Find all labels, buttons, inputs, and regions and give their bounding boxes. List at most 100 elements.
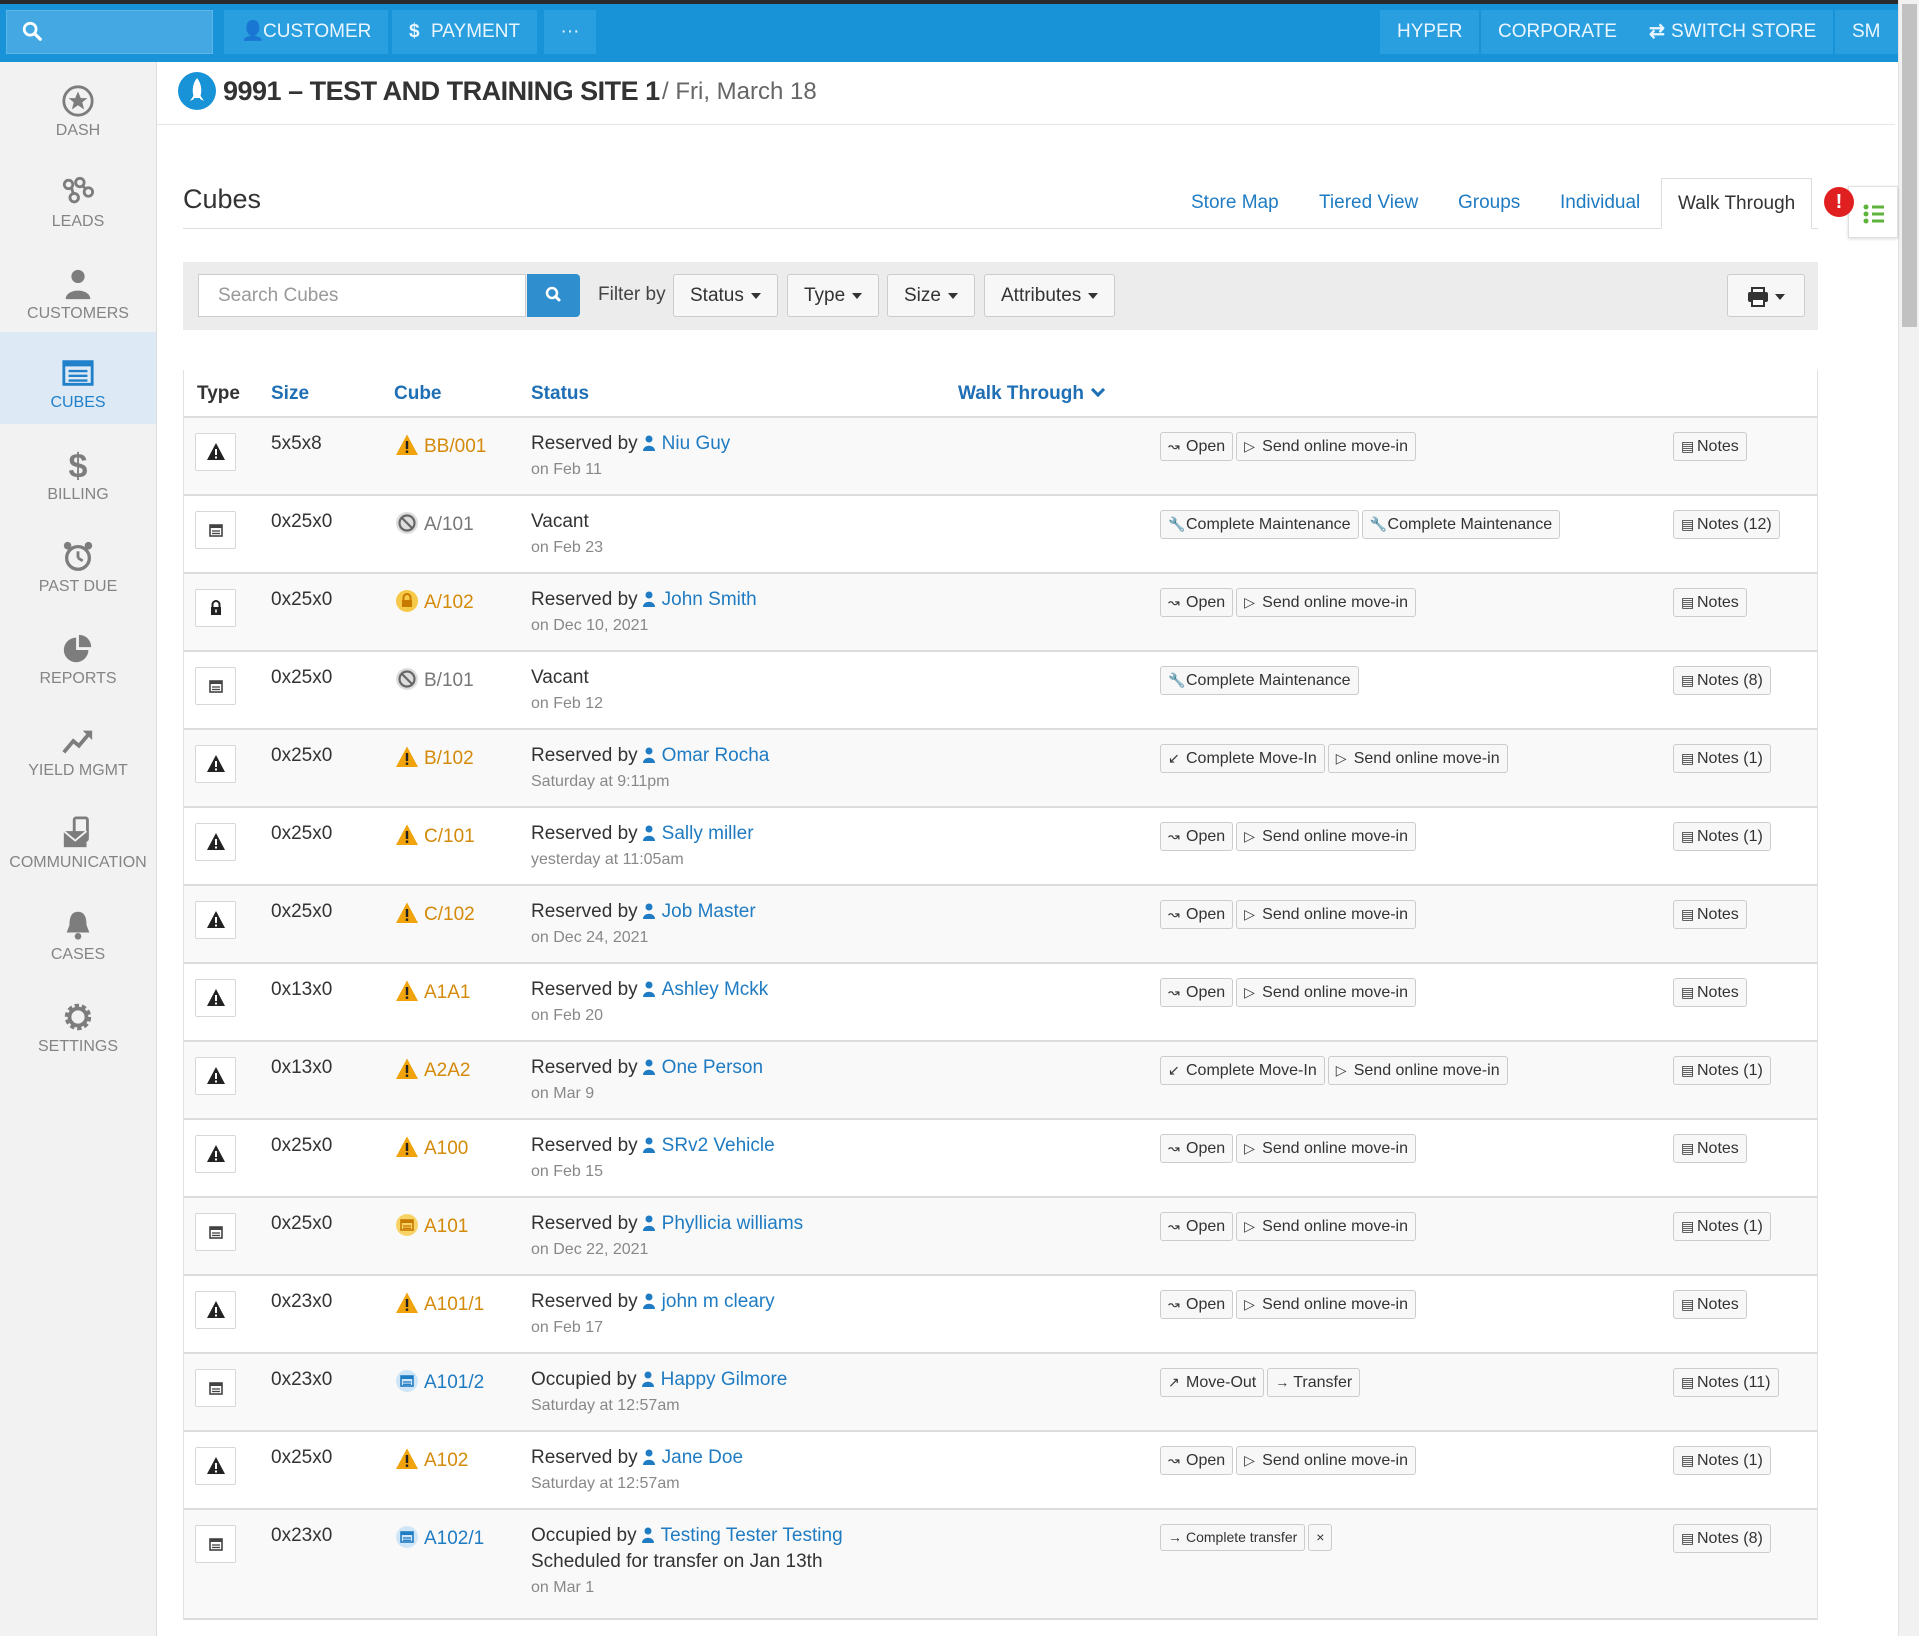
open-button[interactable]: ↝ Open xyxy=(1160,432,1234,461)
cube-link[interactable]: A101 xyxy=(395,1213,468,1238)
notes-button[interactable]: ▤ Notes (11) xyxy=(1673,1368,1779,1397)
table-row[interactable]: 0x23x0 A101/2 Occupied by Happy Gilmore Satu… xyxy=(184,1354,1817,1432)
search-button[interactable] xyxy=(527,274,580,317)
cube-link[interactable]: A/102 xyxy=(395,589,474,614)
table-row[interactable]: 0x25x0 A/102 Reserved by John Smith on Dec 1… xyxy=(184,574,1817,652)
table-row[interactable]: 0x13x0 A1A1 Reserved by Ashley Mckk on Feb 2… xyxy=(184,964,1817,1042)
tab-store-map[interactable]: Store Map xyxy=(1175,178,1295,228)
notes-button[interactable]: ▤ Notes (8) xyxy=(1673,1524,1771,1553)
notes-button[interactable]: ▤ Notes (1) xyxy=(1673,1212,1771,1241)
complete-move-in-button[interactable]: ↙ Complete Move-In xyxy=(1160,1056,1325,1085)
sidebar-item-settings[interactable]: SETTINGS xyxy=(0,986,156,1078)
customer-link[interactable]: Testing Tester Testing xyxy=(661,1525,843,1546)
cube-link[interactable]: B/102 xyxy=(395,745,474,770)
status-filter-dropdown[interactable]: Status xyxy=(673,274,778,317)
sidebar-item-billing[interactable]: $ BILLING xyxy=(0,434,156,526)
column-header-status[interactable]: Status xyxy=(531,383,589,405)
scrollbar-thumb[interactable] xyxy=(1902,4,1917,327)
column-header-walk-through[interactable]: Walk Through xyxy=(958,382,1106,405)
cancel-transfer-button[interactable]: × xyxy=(1308,1524,1333,1551)
customer-link[interactable]: Happy Gilmore xyxy=(661,1369,788,1390)
corporate-button[interactable]: CORPORATE xyxy=(1481,10,1634,54)
type-filter-dropdown[interactable]: Type xyxy=(787,274,880,317)
customer-button[interactable]: 👤CUSTOMER xyxy=(224,10,389,54)
send-online-move-in-button[interactable]: ▷ Send online move-in xyxy=(1327,1056,1508,1085)
column-header-size[interactable]: Size xyxy=(271,383,309,405)
send-online-move-in-button[interactable]: ▷ Send online move-in xyxy=(1236,978,1417,1007)
tab-individual[interactable]: Individual xyxy=(1544,178,1656,228)
sidebar-item-leads[interactable]: LEADS xyxy=(0,161,156,253)
send-online-move-in-button[interactable]: ▷ Send online move-in xyxy=(1236,432,1417,461)
cube-link[interactable]: A102/1 xyxy=(395,1525,484,1550)
tab-groups[interactable]: Groups xyxy=(1442,178,1536,228)
send-online-move-in-button[interactable]: ▷ Send online move-in xyxy=(1236,1290,1417,1319)
complete-maintenance-button[interactable]: 🔧Complete Maintenance xyxy=(1361,510,1561,539)
send-online-move-in-button[interactable]: ▷ Send online move-in xyxy=(1236,822,1417,851)
notes-button[interactable]: ▤ Notes (12) xyxy=(1673,510,1780,539)
table-row[interactable]: 0x23x0 A101/1 Reserved by john m cleary on F… xyxy=(184,1276,1817,1354)
move-out-button[interactable]: ↗ Move-Out xyxy=(1160,1368,1265,1397)
table-row[interactable]: 0x25x0 A102 Reserved by Jane Doe Saturday at… xyxy=(184,1432,1817,1510)
open-button[interactable]: ↝ Open xyxy=(1160,1134,1234,1163)
customer-link[interactable]: Ashley Mckk xyxy=(662,979,769,1000)
open-button[interactable]: ↝ Open xyxy=(1160,978,1234,1007)
cube-link[interactable]: B/101 xyxy=(395,667,474,692)
cube-link[interactable]: A2A2 xyxy=(395,1057,470,1082)
size-filter-dropdown[interactable]: Size xyxy=(887,274,975,317)
open-button[interactable]: ↝ Open xyxy=(1160,900,1234,929)
complete-maintenance-button[interactable]: 🔧Complete Maintenance xyxy=(1160,510,1359,539)
complete-maintenance-button[interactable]: 🔧Complete Maintenance xyxy=(1160,666,1359,695)
table-row[interactable]: 0x25x0 A/101 Vacant on Feb 23 🔧Complete Main… xyxy=(184,496,1817,574)
notes-button[interactable]: ▤ Notes (1) xyxy=(1673,822,1771,851)
notes-button[interactable]: ▤ Notes xyxy=(1673,1290,1747,1319)
table-row[interactable]: 0x13x0 A2A2 Reserved by One Person on Mar 9 ↙… xyxy=(184,1042,1817,1120)
alert-badge[interactable]: ! xyxy=(1824,187,1854,217)
customer-link[interactable]: Jane Doe xyxy=(662,1447,743,1468)
transfer-button[interactable]: → Transfer xyxy=(1267,1368,1361,1397)
complete-transfer-button[interactable]: → Complete transfer xyxy=(1160,1524,1306,1551)
notes-button[interactable]: ▤ Notes (8) xyxy=(1673,666,1771,695)
send-online-move-in-button[interactable]: ▷ Send online move-in xyxy=(1327,744,1508,773)
table-row[interactable]: 0x25x0 C/102 Reserved by Job Master on Dec 2… xyxy=(184,886,1817,964)
table-row[interactable]: 0x25x0 B/101 Vacant on Feb 12 🔧Complete Main… xyxy=(184,652,1817,730)
customer-link[interactable]: Sally miller xyxy=(662,823,754,844)
table-row[interactable]: 0x25x0 C/101 Reserved by Sally miller yester… xyxy=(184,808,1817,886)
notes-button[interactable]: ▤ Notes (1) xyxy=(1673,744,1771,773)
cube-link[interactable]: A/101 xyxy=(395,511,474,536)
complete-move-in-button[interactable]: ↙ Complete Move-In xyxy=(1160,744,1325,773)
notes-button[interactable]: ▤ Notes xyxy=(1673,432,1747,461)
notes-button[interactable]: ▤ Notes xyxy=(1673,588,1747,617)
tab-walk-through[interactable]: Walk Through xyxy=(1661,178,1813,229)
cube-link[interactable]: C/102 xyxy=(395,901,475,926)
send-online-move-in-button[interactable]: ▷ Send online move-in xyxy=(1236,588,1417,617)
customer-link[interactable]: Job Master xyxy=(662,901,756,922)
table-row[interactable]: 0x25x0 A101 Reserved by Phyllicia williams o… xyxy=(184,1198,1817,1276)
sidebar-item-past-due[interactable]: PAST DUE xyxy=(0,526,156,618)
send-online-move-in-button[interactable]: ▷ Send online move-in xyxy=(1236,1446,1417,1475)
customer-link[interactable]: Phyllicia williams xyxy=(662,1213,803,1234)
task-list-toggle[interactable] xyxy=(1848,186,1898,238)
switch-store-button[interactable]: ⇄ SWITCH STORE xyxy=(1632,10,1834,54)
sidebar-item-cases[interactable]: CASES xyxy=(0,894,156,986)
hyper-button[interactable]: HYPER xyxy=(1380,10,1480,54)
sidebar-item-cubes[interactable]: CUBES xyxy=(0,332,156,424)
customer-link[interactable]: John Smith xyxy=(662,589,757,610)
cube-link[interactable]: A1A1 xyxy=(395,979,470,1004)
notes-button[interactable]: ▤ Notes (1) xyxy=(1673,1056,1771,1085)
customer-link[interactable]: One Person xyxy=(662,1057,763,1078)
cube-link[interactable]: A102 xyxy=(395,1447,468,1472)
cube-link[interactable]: A101/1 xyxy=(395,1291,484,1316)
table-row[interactable]: 5x5x8 BB/001 Reserved by Niu Guy on Feb 11 ↝ O… xyxy=(184,418,1817,496)
customer-link[interactable]: john m cleary xyxy=(662,1291,775,1312)
notes-button[interactable]: ▤ Notes (1) xyxy=(1673,1446,1771,1475)
customer-link[interactable]: SRv2 Vehicle xyxy=(662,1135,775,1156)
table-row[interactable]: 0x23x0 A102/1 Occupied by Testing Tester Te… xyxy=(184,1510,1817,1620)
open-button[interactable]: ↝ Open xyxy=(1160,1290,1234,1319)
payment-button[interactable]: $ PAYMENT xyxy=(392,10,538,54)
sidebar-item-reports[interactable]: REPORTS xyxy=(0,618,156,710)
global-search-box[interactable] xyxy=(6,10,213,54)
tab-tiered-view[interactable]: Tiered View xyxy=(1303,178,1434,228)
user-menu-button[interactable]: SM xyxy=(1835,10,1898,54)
sidebar-item-yield-mgmt[interactable]: YIELD MGMT xyxy=(0,710,156,802)
send-online-move-in-button[interactable]: ▷ Send online move-in xyxy=(1236,1212,1417,1241)
